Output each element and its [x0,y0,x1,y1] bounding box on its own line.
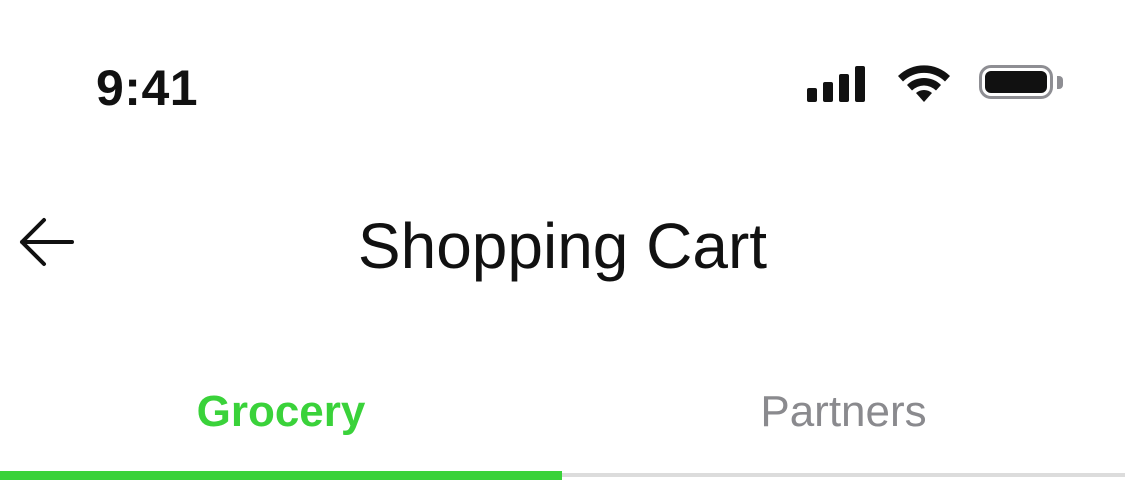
page-title: Shopping Cart [357,210,768,282]
tab-label-partners: Partners [760,387,927,436]
nav-bar: Shopping Cart [0,190,1125,300]
battery-icon [979,64,1065,104]
status-bar: 9:41 [0,0,1125,180]
wifi-icon [898,65,950,102]
status-time: 9:41 [96,60,199,116]
status-icons [807,64,1065,104]
tab-bar: Grocery Partners [0,360,1125,480]
tab-label-grocery: Grocery [196,387,366,436]
signal-icon [807,66,865,102]
active-tab-indicator [0,471,562,480]
tab-grocery[interactable]: Grocery [0,360,562,470]
tab-partners[interactable]: Partners [562,360,1125,470]
